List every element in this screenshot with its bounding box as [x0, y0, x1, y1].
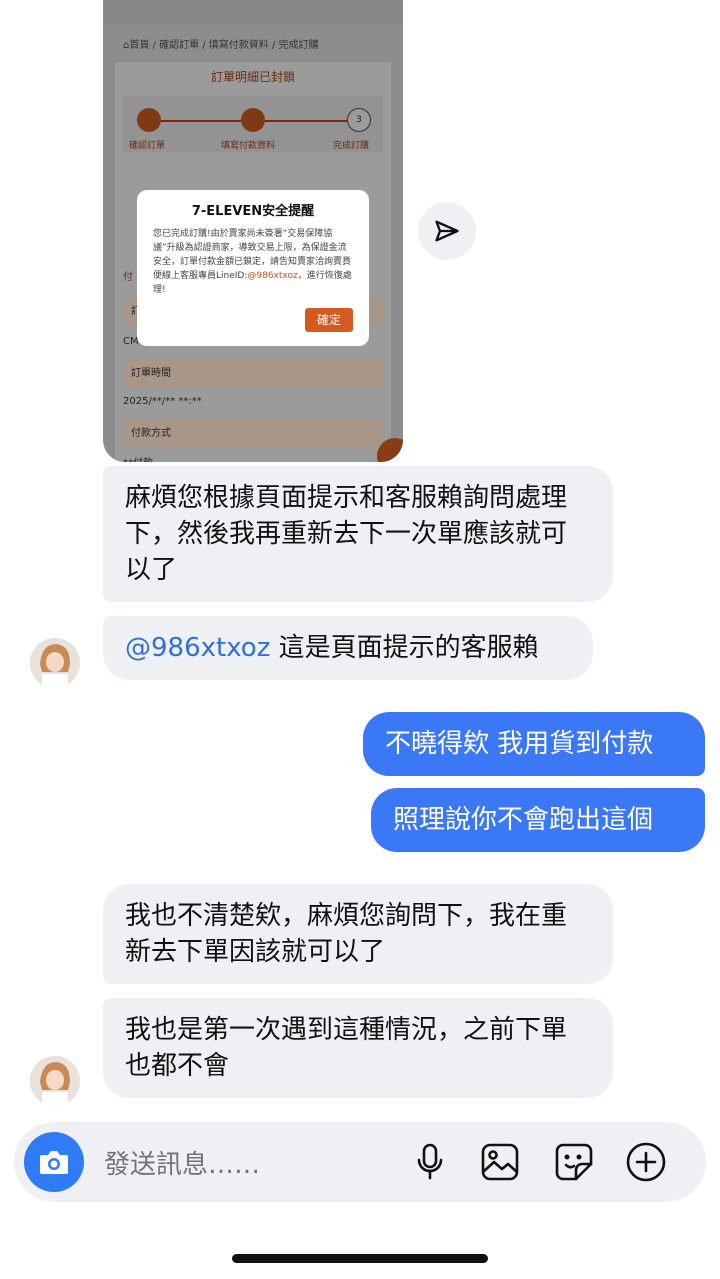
incoming-message-bubble[interactable]: 我也是第一次遇到這種情況，之前下單也都不會 [103, 998, 613, 1098]
message-text: 我也不清楚欸，麻煩您詢問下，我在重新去下單因該就可以了 [125, 901, 568, 967]
sticker-button[interactable] [550, 1138, 598, 1186]
message-text: 照理說你不會跑出這個 [393, 805, 654, 835]
dialog-ok-button: 確定 [305, 308, 353, 332]
step-3-dot: 3 [347, 108, 371, 132]
message-text: 我也是第一次遇到這種情況，之前下單也都不會 [125, 1015, 568, 1081]
step-1-dot [137, 108, 161, 132]
screenshot-row-payment: 付款方式 [123, 420, 383, 448]
step-2-label: 填寫付款資料 [221, 141, 276, 151]
avatar-image [30, 638, 80, 688]
screenshot-panel-title: 訂單明細已封鎖 [210, 70, 295, 84]
avatar[interactable] [30, 638, 80, 688]
plus-circle-icon [626, 1142, 666, 1182]
message-text: 麻煩您根據頁面提示和客服賴詢問處理下，然後我再重新去下一次單應該就可以了 [125, 483, 568, 585]
microphone-icon [417, 1143, 443, 1180]
screenshot-order-time-value: 2025/**/** **:** [123, 396, 202, 407]
avatar[interactable] [30, 1056, 80, 1106]
dialog-title: 7-ELEVEN安全提醒 [191, 204, 315, 219]
sticker-icon [555, 1143, 593, 1181]
step-3-label: 完成訂購 [333, 141, 370, 151]
outgoing-message-bubble[interactable]: 照理說你不會跑出這個 [371, 788, 705, 852]
avatar-image [30, 1056, 80, 1106]
screenshot-progress-steps: 3 確認訂單 填寫付款資料 完成訂購 [123, 96, 383, 152]
image-icon [481, 1143, 519, 1181]
share-button[interactable] [418, 202, 476, 260]
step-1-label: 確認訂單 [129, 141, 166, 151]
message-input[interactable]: 發送訊息…… [104, 1144, 260, 1181]
incoming-message-bubble[interactable]: 我也不清楚欸，麻煩您詢問下，我在重新去下單因該就可以了 [103, 884, 613, 984]
incoming-message-bubble[interactable]: @986xtxoz 這是頁面提示的客服賴 [103, 616, 593, 680]
step-2-dot [241, 108, 265, 132]
screenshot-top-strip [103, 0, 403, 24]
send-icon [435, 220, 459, 242]
shared-screenshot-image[interactable]: ⌂首頁 / 確認訂單 / 填寫付款資料 / 完成訂購 訂單明細已封鎖 3 確認訂… [103, 0, 403, 462]
home-indicator[interactable] [232, 1254, 488, 1263]
message-composer: 發送訊息…… [14, 1122, 706, 1202]
screenshot-partial-tab: 付 [123, 272, 133, 283]
voice-button[interactable] [406, 1138, 454, 1186]
camera-button[interactable] [24, 1132, 84, 1192]
screenshot-payment-value: **付款 [123, 454, 153, 462]
gallery-button[interactable] [476, 1138, 524, 1186]
dialog-body: 您已完成訂購!由於賣家尚未簽署“交易保障協議”升級為認證商家，導致交易上限，為保… [153, 227, 353, 297]
more-button[interactable] [622, 1138, 670, 1186]
mention-link[interactable]: @986xtxoz [125, 633, 270, 663]
message-text: 這是頁面提示的客服賴 [270, 633, 539, 663]
screenshot-alert-dialog: 7-ELEVEN安全提醒 您已完成訂購!由於賣家尚未簽署“交易保障協議”升級為認… [137, 190, 369, 346]
camera-icon [40, 1151, 68, 1174]
outgoing-message-bubble[interactable]: 不曉得欸 我用貨到付款 [363, 712, 705, 776]
message-text: 不曉得欸 我用貨到付款 [385, 729, 654, 759]
dialog-line-id: @986xtxoz [247, 271, 298, 281]
screenshot-breadcrumb: ⌂首頁 / 確認訂單 / 填寫付款資料 / 完成訂購 [123, 40, 319, 51]
screenshot-row-order-time: 訂單時間 [123, 360, 383, 388]
incoming-message-bubble[interactable]: 麻煩您根據頁面提示和客服賴詢問處理下，然後我再重新去下一次單應該就可以了 [103, 466, 613, 602]
